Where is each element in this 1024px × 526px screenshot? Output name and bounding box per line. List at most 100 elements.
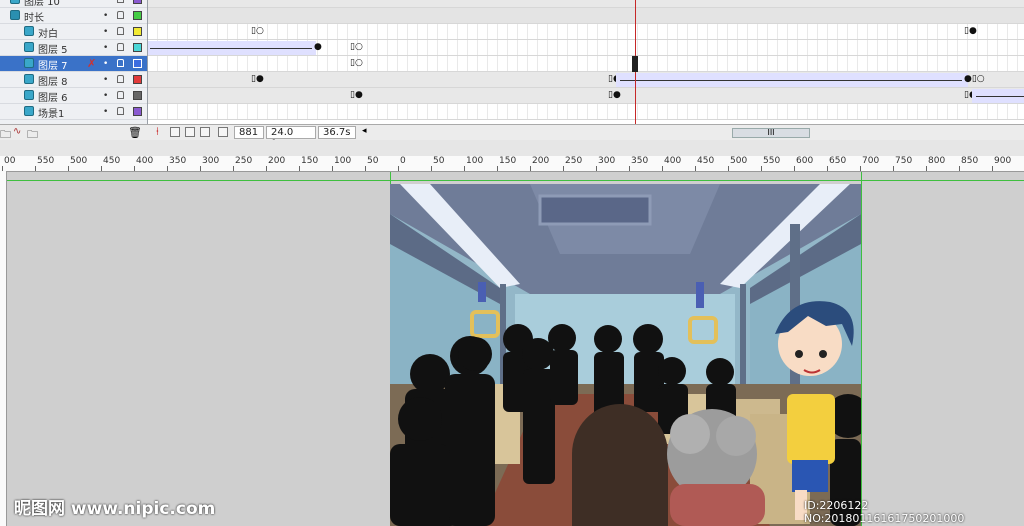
ruler-tick [794,166,795,171]
outline-color-swatch[interactable] [133,11,142,20]
ruler-label: 250 [235,156,253,166]
visibility-dot-icon[interactable]: • [103,0,108,5]
ruler-tick [266,166,267,171]
ruler-label: 0 [400,156,406,166]
trash-icon[interactable]: 🗑 [128,126,142,139]
ruler-tick [926,166,927,171]
lock-icon[interactable] [117,91,124,99]
edit-multiple-frames-icon[interactable] [200,127,210,137]
outline-color-swatch[interactable] [133,107,142,116]
frame-row[interactable]: ▯○ [148,56,1024,72]
lock-icon[interactable] [117,75,124,83]
ruler-label: 100 [334,156,352,166]
ruler-tick [860,166,861,171]
lock-icon[interactable] [117,43,124,51]
horizontal-ruler: 00 550 500 450 400 350 300 250 200 150 100 50 0 50 100… [0,156,1024,172]
visibility-dot-icon[interactable]: • [103,11,108,21]
layer-icon [24,106,34,116]
keyframe-empty[interactable]: ▯○ [251,27,264,36]
outline-color-swatch[interactable] [133,0,142,4]
layer-icon [24,58,34,68]
keyframe-empty[interactable]: ▯○ [350,43,363,52]
ruler-label: 350 [169,156,187,166]
layer-row[interactable]: 时长 • [0,8,147,24]
layer-row[interactable]: 图层 6 • [0,88,147,104]
frame-row[interactable]: ▯● ▯● ▯● [148,88,1024,104]
onion-skin-icon[interactable] [170,127,180,137]
outline-color-swatch[interactable] [133,59,142,68]
ruler-label: 350 [631,156,649,166]
keyframe[interactable]: ●▯○ [964,75,985,84]
ruler-label: 50 [367,156,379,166]
frame-rate[interactable]: 24.0 fps [266,126,316,150]
stage-canvas[interactable] [390,184,861,526]
lock-icon[interactable] [117,11,124,19]
keyframe[interactable]: ▯● [964,27,977,36]
ruler-label: 150 [499,156,517,166]
onion-outline-icon[interactable] [185,127,195,137]
pencil-icon[interactable]: ✗ [87,57,96,70]
playhead-frame-marker[interactable] [632,56,638,72]
frame-row[interactable]: ● ▯○ [148,40,1024,56]
add-motion-guide-icon[interactable]: ∿ [13,126,21,137]
ruler-tick [101,166,102,171]
horizontal-scrollbar[interactable]: III [732,128,810,138]
keyframe-empty[interactable]: ▯○ [350,59,363,68]
layer-row[interactable]: 对白 • [0,24,147,40]
visibility-dot-icon[interactable]: • [103,43,108,53]
frame-row[interactable] [148,8,1024,24]
ruler-tick [893,166,894,171]
modify-markers-icon[interactable] [218,127,228,137]
outline-color-swatch[interactable] [133,27,142,36]
ruler-label: 500 [70,156,88,166]
ruler-tick [365,166,366,171]
ruler-label: 550 [763,156,781,166]
visibility-dot-icon[interactable]: • [103,75,108,85]
keyframe[interactable]: ▯● [350,91,363,100]
outline-color-swatch[interactable] [133,91,142,100]
layer-row-selected[interactable]: 图层 7 ✗ • [0,56,147,72]
visibility-dot-icon[interactable]: • [103,107,108,117]
layer-icon [24,74,34,84]
layer-name: 图层 5 [38,45,68,56]
ruler-tick [662,166,663,171]
center-frame-icon[interactable]: ⍿ [156,125,159,139]
keyframe[interactable]: ▯● [251,75,264,84]
layer-list: 图层 10 • 时长 • 对白 • 图层 5 • 图层 7 ✗ • 图层 8 •… [0,0,148,124]
ruler-label: 450 [103,156,121,166]
frame-grid[interactable]: ▯○ ▯● ● ▯○ ▯○ ▯● ▯● ●▯○ ▯● ▯● ▯● [148,0,1024,124]
tween-arrow [976,96,1024,97]
keyframe[interactable]: ▯● [608,91,621,100]
outline-color-swatch[interactable] [133,75,142,84]
layer-icon [24,42,34,52]
outline-color-swatch[interactable] [133,43,142,52]
layer-row[interactable]: 图层 8 • [0,72,147,88]
watermark-right: ID:2206122 NO:20180116161750201000 [804,499,965,525]
layer-name: 图层 8 [38,77,68,88]
layer-name: 图层 7 [38,61,68,72]
layer-row[interactable]: 场景1 • [0,104,147,120]
frame-row[interactable]: ▯● ▯● ●▯○ [148,72,1024,88]
scroll-left-icon[interactable]: ◂ [362,126,367,136]
visibility-dot-icon[interactable]: • [103,27,108,37]
frame-row[interactable]: ▯○ ▯● [148,24,1024,40]
layer-icon [24,90,34,100]
layer-row[interactable]: 图层 10 • [0,0,147,8]
folder-icon [10,10,20,20]
ruler-tick [629,166,630,171]
frame-row[interactable] [148,104,1024,120]
lock-icon[interactable] [117,27,124,35]
layer-row[interactable]: 图层 5 • [0,40,147,56]
ruler-tick [596,166,597,171]
frame-row[interactable] [148,0,1024,8]
lock-icon[interactable] [117,0,124,3]
lock-icon[interactable] [117,107,124,115]
layer-icon [24,26,34,36]
visibility-dot-icon[interactable]: • [103,91,108,101]
keyframe[interactable]: ● [314,43,322,52]
lock-icon[interactable] [117,59,124,67]
visibility-dot-icon[interactable]: • [103,59,108,69]
guide-line-vertical[interactable] [861,172,862,526]
ruler-tick [299,166,300,171]
guide-line-horizontal[interactable] [7,180,1024,181]
